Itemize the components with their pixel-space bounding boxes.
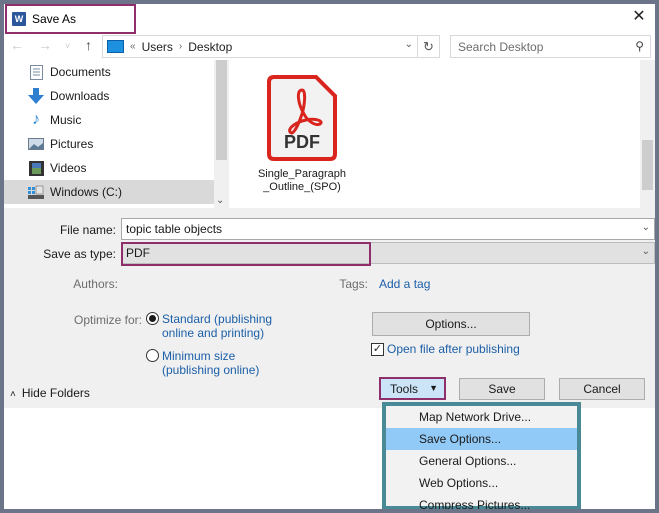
- save-as-dialog: W Save As ✕ ← → ˅ ↑ « Users › Desktop ⌄ …: [4, 4, 655, 509]
- add-tag-link[interactable]: Add a tag: [379, 277, 430, 291]
- file-name-label: File name:: [59, 223, 116, 237]
- close-button[interactable]: ✕: [629, 6, 649, 26]
- tools-button[interactable]: Tools ▼: [379, 377, 446, 400]
- pdf-icon-label: PDF: [284, 132, 320, 152]
- sidebar-item-videos[interactable]: Videos: [4, 156, 214, 180]
- file-name-label: Single_Paragraph _Outline_(SPO): [258, 168, 346, 194]
- file-list-scrollbar-thumb[interactable]: [642, 140, 653, 190]
- folder-sidebar: Documents Downloads ♪ Music Pictures Vid…: [4, 60, 229, 208]
- search-input[interactable]: Search Desktop ⚲: [450, 35, 651, 58]
- this-pc-icon: [107, 40, 124, 53]
- refresh-button[interactable]: ↻: [417, 36, 439, 57]
- menu-item-general-options[interactable]: General Options...: [386, 450, 577, 472]
- pictures-icon: [28, 136, 44, 152]
- tags-label: Tags:: [339, 277, 368, 291]
- sidebar-scrollbar[interactable]: ⌄: [214, 60, 229, 208]
- address-dropdown-icon[interactable]: ⌄: [405, 39, 413, 50]
- close-icon: ✕: [632, 8, 646, 25]
- title-bar: W Save As ✕: [4, 4, 655, 34]
- tools-menu: Map Network Drive... Save Options... Gen…: [382, 402, 581, 509]
- hide-folders-label: Hide Folders: [21, 386, 90, 400]
- file-list-scrollbar[interactable]: [640, 60, 655, 208]
- optimize-minimum-line2: (publishing online): [162, 363, 260, 377]
- caret-down-icon: ▼: [429, 383, 438, 393]
- forward-arrow-icon[interactable]: →: [38, 37, 52, 53]
- sidebar-item-music[interactable]: ♪ Music: [4, 108, 214, 132]
- sidebar-item-label: Documents: [50, 65, 111, 79]
- cancel-button[interactable]: Cancel: [559, 378, 645, 400]
- open-after-publishing-checkbox[interactable]: ✓: [371, 343, 384, 356]
- save-button[interactable]: Save: [459, 378, 545, 400]
- breadcrumb-users[interactable]: Users: [142, 40, 173, 54]
- chevron-down-icon[interactable]: ⌄: [642, 246, 650, 257]
- breadcrumb-overflow[interactable]: «: [130, 41, 136, 52]
- videos-icon: [28, 160, 44, 176]
- optimize-minimum-line1: Minimum size: [162, 349, 236, 363]
- downloads-icon: [28, 88, 44, 104]
- menu-item-compress-pictures[interactable]: Compress Pictures...: [386, 494, 577, 509]
- scroll-down-icon[interactable]: ⌄: [216, 195, 224, 206]
- file-list: PDF Single_Paragraph _Outline_(SPO): [232, 60, 639, 208]
- file-name-line2: _Outline_(SPO): [263, 181, 341, 193]
- sidebar-item-pictures[interactable]: Pictures: [4, 132, 214, 156]
- options-button[interactable]: Options...: [372, 312, 530, 336]
- open-after-publishing-label[interactable]: Open file after publishing: [387, 342, 520, 356]
- chevron-down-icon[interactable]: ˅: [65, 41, 70, 51]
- optimize-standard-label[interactable]: Standard (publishing online and printing…: [162, 312, 272, 340]
- refresh-icon: ↻: [423, 38, 434, 54]
- documents-icon: [28, 64, 44, 80]
- optimize-minimum-radio[interactable]: [146, 349, 159, 362]
- file-item[interactable]: PDF Single_Paragraph _Outline_(SPO): [250, 74, 354, 194]
- chevron-up-icon: ˄: [10, 389, 16, 400]
- dialog-title: Save As: [32, 12, 77, 26]
- breadcrumb-separator: ›: [178, 41, 183, 52]
- save-as-type-label: Save as type:: [43, 247, 116, 261]
- sidebar-item-label: Pictures: [50, 137, 94, 151]
- authors-label: Authors:: [73, 277, 118, 291]
- menu-item-web-options[interactable]: Web Options...: [386, 472, 577, 494]
- file-name-value: topic table objects: [126, 222, 223, 236]
- drive-icon: [28, 184, 44, 200]
- word-icon: W: [12, 12, 26, 26]
- breadcrumb-desktop[interactable]: Desktop: [188, 40, 232, 54]
- sidebar-item-label: Windows (C:): [50, 185, 123, 199]
- pdf-file-icon: PDF: [266, 74, 338, 162]
- address-bar[interactable]: « Users › Desktop ⌄ ↻: [102, 35, 440, 58]
- file-name-line1: Single_Paragraph: [257, 168, 347, 180]
- sidebar-scrollbar-thumb[interactable]: [216, 60, 227, 160]
- tools-label: Tools: [390, 381, 419, 396]
- sidebar-item-label: Videos: [50, 161, 87, 175]
- save-as-type-value: PDF: [126, 246, 150, 260]
- save-options-panel: File name: topic table objects ⌄ Save as…: [4, 208, 655, 408]
- optimize-standard-line2: online and printing): [162, 326, 265, 340]
- sidebar-item-documents[interactable]: Documents: [4, 60, 214, 84]
- search-placeholder: Search Desktop: [458, 39, 544, 54]
- optimize-minimum-label[interactable]: Minimum size (publishing online): [162, 349, 259, 377]
- up-arrow-icon[interactable]: ↑: [85, 37, 92, 53]
- hide-folders-toggle[interactable]: ˄ Hide Folders: [10, 386, 90, 400]
- menu-item-save-options[interactable]: Save Options...: [386, 428, 577, 450]
- menu-item-map-network-drive[interactable]: Map Network Drive...: [386, 406, 577, 428]
- optimize-standard-radio[interactable]: [146, 312, 159, 325]
- title-highlight: W Save As: [5, 4, 136, 34]
- music-icon: ♪: [32, 111, 40, 128]
- optimize-for-label: Optimize for:: [73, 313, 142, 327]
- search-icon: ⚲: [635, 39, 644, 53]
- save-as-type-select[interactable]: PDF ⌄: [121, 242, 655, 264]
- optimize-standard-line1: Standard (publishing: [162, 312, 273, 326]
- file-name-input[interactable]: topic table objects ⌄: [121, 218, 655, 240]
- sidebar-item-label: Music: [50, 113, 82, 127]
- chevron-down-icon[interactable]: ⌄: [642, 222, 650, 233]
- navigation-bar: ← → ˅ ↑ « Users › Desktop ⌄ ↻ Search Des…: [4, 34, 655, 60]
- sidebar-item-windows-c[interactable]: Windows (C:): [4, 180, 214, 204]
- sidebar-item-downloads[interactable]: Downloads: [4, 84, 214, 108]
- back-arrow-icon[interactable]: ←: [10, 37, 24, 53]
- sidebar-item-label: Downloads: [50, 89, 110, 103]
